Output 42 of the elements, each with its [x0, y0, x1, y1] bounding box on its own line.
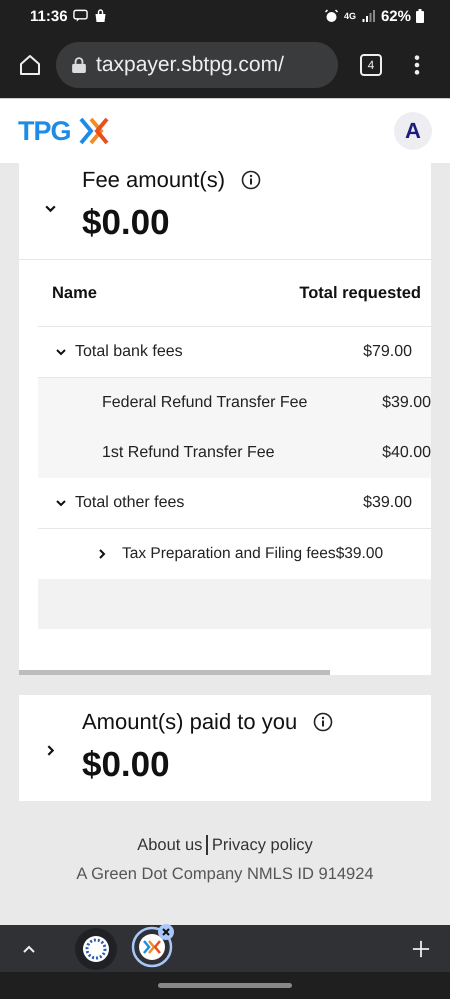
network-label: 4G: [344, 11, 356, 21]
info-icon[interactable]: [241, 170, 262, 190]
logo-icon[interactable]: [76, 115, 109, 147]
table-cell-text: 1st Refund Transfer Fee: [101, 444, 276, 462]
menu-icon[interactable]: [414, 54, 420, 76]
company-note: A Green Dot Company NMLS ID 914924: [76, 864, 374, 885]
table-cell-text: $79.00: [362, 343, 413, 361]
logo-text[interactable]: TPG: [18, 116, 71, 146]
battery-icon: [416, 9, 424, 23]
signal-icon: [360, 9, 376, 23]
tab-count-button[interactable]: 4: [360, 54, 382, 76]
table-cell-text: Federal Refund Transfer Fee: [101, 394, 308, 412]
message-icon: [72, 9, 88, 23]
alarm-icon: [324, 9, 339, 23]
section-title: Amount(s) paid to you: [82, 709, 298, 735]
table-cell-text: Total other fees: [75, 494, 186, 512]
bag-icon: [92, 9, 108, 23]
table-cell: $39.00: [382, 394, 431, 412]
address-bar[interactable]: taxpayer.sbtpg.com/: [56, 42, 338, 88]
scrollbar[interactable]: [19, 670, 330, 675]
section-amount: $0.00: [82, 745, 171, 785]
column-header: Name: [52, 284, 97, 302]
section-title: Fee amount(s): [82, 167, 226, 193]
status-time: 11:36: [30, 8, 68, 24]
column-header: Total requested: [299, 284, 421, 302]
table-cell: $40.00: [382, 444, 431, 462]
add-tab-icon[interactable]: [412, 940, 430, 958]
battery-percent: 62%: [380, 8, 411, 24]
tab-thumbnail-icon[interactable]: [74, 926, 118, 970]
table-cell: Tax Preparation and Filing fees: [122, 545, 336, 563]
chevron-up-icon[interactable]: [22, 944, 36, 954]
about-link[interactable]: About us: [137, 836, 202, 854]
table-cell: $39.00: [336, 545, 384, 563]
privacy-link[interactable]: Privacy policy: [212, 836, 313, 854]
lock-icon: [72, 57, 86, 73]
home-icon[interactable]: [18, 53, 42, 77]
info-icon[interactable]: [313, 712, 334, 732]
user-avatar[interactable]: A: [394, 112, 432, 150]
table-cell-text: $39.00: [362, 494, 413, 512]
section-amount: $0.00: [82, 203, 171, 243]
home-handle[interactable]: [158, 983, 292, 988]
table-cell-text: Total bank fees: [75, 343, 184, 361]
